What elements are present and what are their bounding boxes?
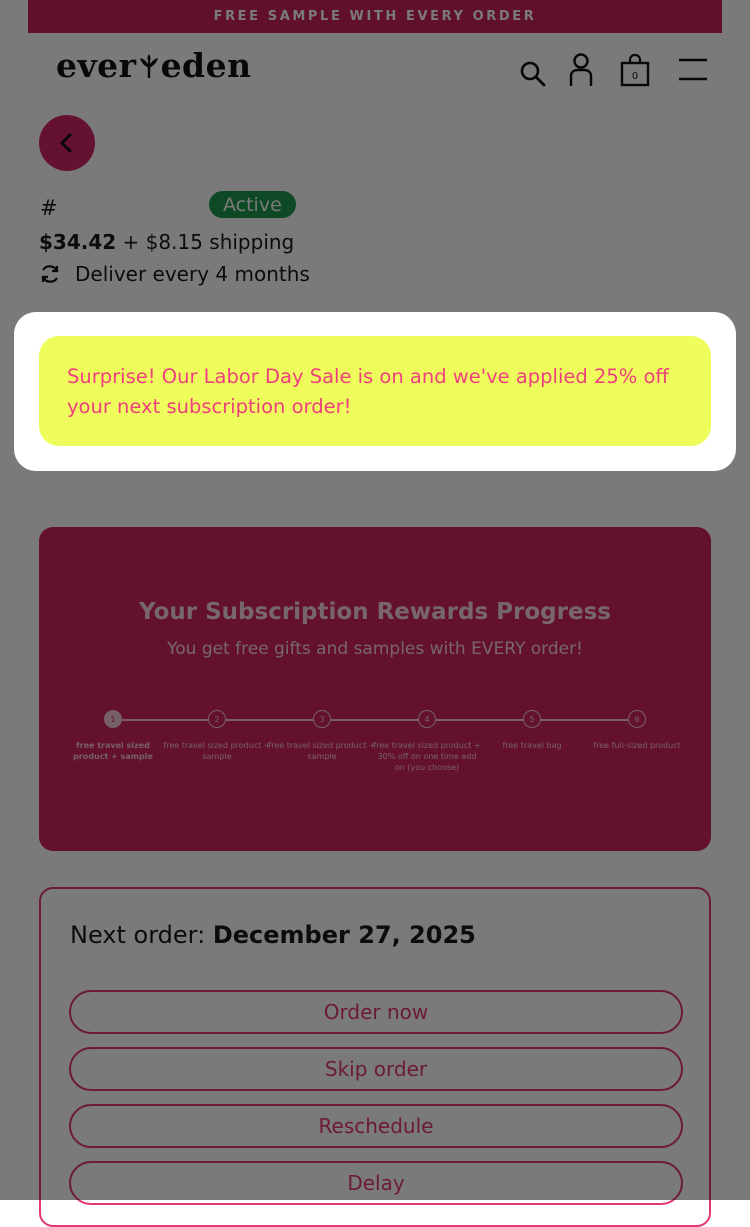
progress-step-label: free travel bag xyxy=(502,741,562,750)
progress-step-5: 5 xyxy=(523,710,541,728)
progress-step-6: 6 xyxy=(628,710,646,728)
delay-button[interactable]: Delay xyxy=(69,1161,683,1205)
shipping-cost: + $8.15 shipping xyxy=(116,230,295,254)
announcement-text: FREE SAMPLE WITH EVERY ORDER xyxy=(213,9,537,24)
skip-order-button[interactable]: Skip order xyxy=(69,1047,683,1091)
next-order-heading: Next order: December 27, 2025 xyxy=(70,921,476,949)
logo-text-left: ever xyxy=(56,46,137,85)
progress-step-4: 4 xyxy=(418,710,436,728)
frequency-text: Deliver every 4 months xyxy=(75,262,310,286)
progress-step-3: 3 xyxy=(313,710,331,728)
next-order-label: Next order: xyxy=(70,921,213,949)
progress-step-label: free travel sized product + sample xyxy=(268,741,376,761)
reschedule-button[interactable]: Reschedule xyxy=(69,1104,683,1148)
progress-step-label: free travel sized product + sample xyxy=(163,741,271,761)
cart-button[interactable]: 0 xyxy=(620,52,650,88)
subscription-number: # xyxy=(40,196,58,220)
progress-track xyxy=(113,719,637,721)
logo-text-right: eden xyxy=(160,46,252,85)
rewards-title: Your Subscription Rewards Progress xyxy=(139,599,611,625)
progress-step-2: 2 xyxy=(208,710,226,728)
account-icon[interactable] xyxy=(568,52,594,88)
menu-icon[interactable] xyxy=(678,57,708,83)
order-now-button[interactable]: Order now xyxy=(69,990,683,1034)
subscription-page: FREE SAMPLE WITH EVERY ORDER ever eden 0… xyxy=(0,0,750,1227)
next-order-card: Next order: December 27, 2025 Order now … xyxy=(39,887,711,1227)
back-button[interactable] xyxy=(39,115,95,171)
rewards-subtitle: You get free gifts and samples with EVER… xyxy=(167,639,583,659)
progress-step-label: free travel sized product + sample xyxy=(73,741,153,761)
progress-step-1: 1 xyxy=(104,710,122,728)
rewards-progress-card: Your Subscription Rewards Progress You g… xyxy=(39,527,711,851)
chevron-left-icon xyxy=(60,133,72,153)
refresh-icon xyxy=(41,265,59,283)
progress-step-label: free full-sized product xyxy=(593,741,681,750)
logo[interactable]: ever eden xyxy=(56,46,252,85)
price-line: $34.42 + $8.15 shipping xyxy=(39,230,294,254)
site-header: ever eden 0 xyxy=(0,40,750,100)
progress-step-label: free travel sized product + 30% off on o… xyxy=(373,741,481,772)
delivery-frequency: Deliver every 4 months xyxy=(39,262,310,286)
next-order-date: December 27, 2025 xyxy=(212,921,476,949)
promo-banner: Surprise! Our Labor Day Sale is on and w… xyxy=(39,336,711,446)
status-badge: Active xyxy=(209,191,296,218)
cart-count: 0 xyxy=(631,71,639,82)
leaf-icon xyxy=(139,53,158,78)
search-icon[interactable] xyxy=(519,60,547,88)
announcement-bar: FREE SAMPLE WITH EVERY ORDER xyxy=(28,0,722,33)
subscription-price: $34.42 xyxy=(39,230,117,254)
promo-highlight-frame: Surprise! Our Labor Day Sale is on and w… xyxy=(14,312,736,471)
